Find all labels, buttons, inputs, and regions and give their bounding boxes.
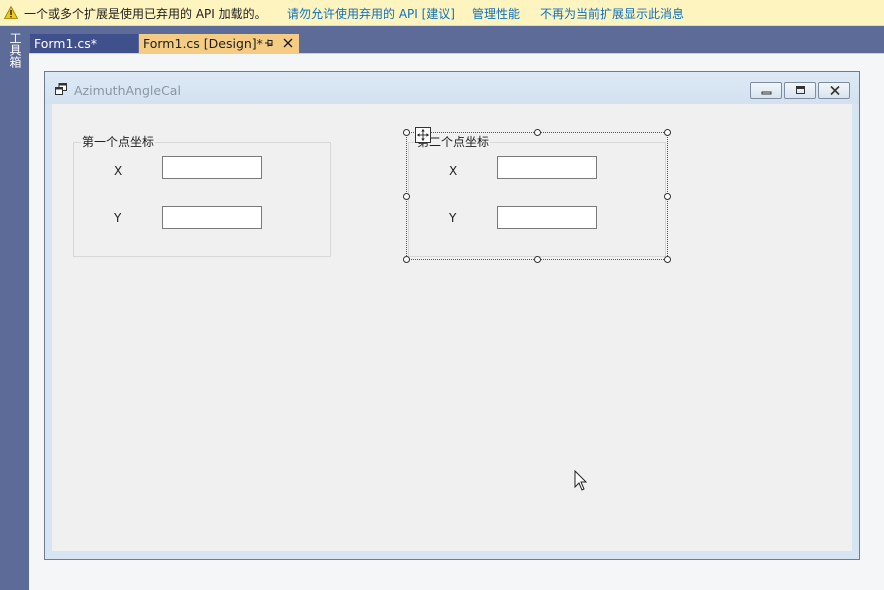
tab-label: Form1.cs*	[34, 36, 98, 51]
mouse-pointer-icon	[574, 470, 588, 491]
warning-icon	[4, 6, 18, 19]
toolbox-tab[interactable]: 工具箱	[7, 32, 22, 68]
resize-handle-top-right[interactable]	[664, 129, 671, 136]
allow-deprecated-api-link[interactable]: 请勿允许使用弃用的 API [建议]	[287, 5, 455, 22]
dismiss-message-link[interactable]: 不再为当前扩展显示此消息	[540, 5, 684, 22]
tab-label: Form1.cs [Design]*	[143, 36, 263, 51]
resize-handle-top[interactable]	[534, 129, 541, 136]
close-icon	[830, 85, 840, 96]
pin-icon[interactable]	[263, 37, 275, 49]
minimize-icon	[761, 91, 772, 95]
resize-handle-bottom[interactable]	[534, 256, 541, 263]
infobar-message: 一个或多个扩展是使用已弃用的 API 加载的。	[24, 7, 267, 21]
resize-handle-bottom-right[interactable]	[664, 256, 671, 263]
resize-handle-right[interactable]	[664, 193, 671, 200]
toolbox-strip: 工具箱	[0, 26, 29, 590]
document-tab-strip: Form1.cs* Form1.cs [Design]*	[29, 26, 884, 54]
maximize-button[interactable]	[784, 82, 816, 99]
groupbox-legend: 第一个点坐标	[81, 135, 156, 149]
selection-border	[406, 132, 668, 260]
form-app-icon	[55, 83, 67, 95]
first-point-y-input[interactable]	[162, 206, 262, 229]
manage-performance-link[interactable]: 管理性能	[472, 5, 520, 22]
form-titlebar: AzimuthAngleCal	[45, 72, 859, 104]
tab-form1-cs[interactable]: Form1.cs*	[30, 34, 138, 54]
first-point-x-input[interactable]	[162, 156, 262, 179]
move-glyph-icon[interactable]	[415, 127, 431, 143]
close-button[interactable]	[818, 82, 850, 99]
close-icon[interactable]	[282, 37, 294, 49]
minimize-button[interactable]	[750, 82, 782, 99]
form-title: AzimuthAngleCal	[74, 83, 181, 98]
first-point-groupbox[interactable]: 第一个点坐标 X Y	[73, 136, 331, 257]
deprecated-api-infobar: 一个或多个扩展是使用已弃用的 API 加载的。 请勿允许使用弃用的 API [建…	[0, 0, 884, 26]
maximize-icon	[796, 86, 805, 94]
x-label: X	[114, 164, 123, 178]
y-label: Y	[114, 211, 122, 225]
resize-handle-bottom-left[interactable]	[403, 256, 410, 263]
resize-handle-left[interactable]	[403, 193, 410, 200]
resize-handle-top-left[interactable]	[403, 129, 410, 136]
tab-form1-design[interactable]: Form1.cs [Design]*	[139, 34, 299, 54]
